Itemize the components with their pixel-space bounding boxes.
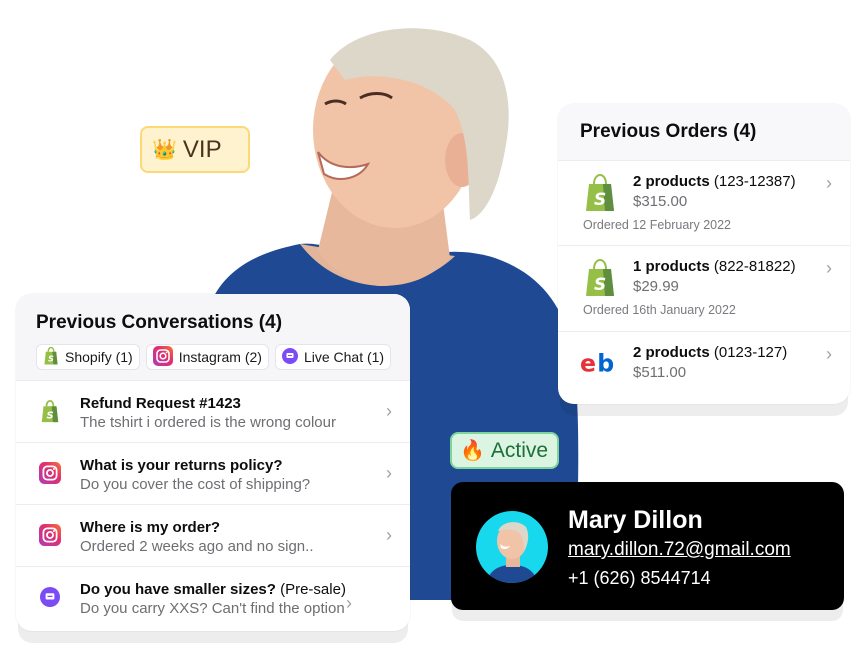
svg-text:S: S <box>594 190 606 210</box>
chevron-right-icon[interactable]: › <box>826 173 832 194</box>
order-row[interactable]: S 1 products (822-81822) $29.99 Ordered … <box>558 246 850 332</box>
instagram-icon <box>38 523 62 547</box>
customer-contact-card: Mary Dillon mary.dillon.72@gmail.com +1 … <box>451 482 844 610</box>
order-products: 1 products (822-81822) <box>633 258 796 275</box>
chip-label: Instagram (2) <box>178 349 262 365</box>
svg-text:S: S <box>594 275 606 295</box>
conversation-preview: The tshirt i ordered is the wrong colour <box>80 414 336 431</box>
active-badge: 🔥 Active <box>450 432 559 469</box>
ebay-icon: eb <box>580 344 620 384</box>
filter-chip-shopify[interactable]: S Shopify (1) <box>36 344 140 370</box>
instagram-icon <box>152 345 173 369</box>
crown-icon: 👑 <box>152 139 177 161</box>
customer-email-link[interactable]: mary.dillon.72@gmail.com <box>568 539 791 561</box>
customer-name: Mary Dillon <box>568 506 703 534</box>
chevron-right-icon[interactable]: › <box>386 525 392 546</box>
chevron-right-icon[interactable]: › <box>386 401 392 422</box>
conversation-row[interactable]: Where is my order? Ordered 2 weeks ago a… <box>16 505 410 567</box>
conversation-preview: Do you carry XXS? Can't find the option <box>80 600 345 617</box>
shopify-icon: S <box>580 173 620 213</box>
customer-phone: +1 (626) 8544714 <box>568 568 711 588</box>
fire-icon: 🔥 <box>460 440 485 462</box>
filter-chip-instagram[interactable]: Instagram (2) <box>145 344 269 370</box>
svg-text:b: b <box>597 350 614 377</box>
chevron-right-icon[interactable]: › <box>346 593 352 614</box>
order-products: 2 products (123-12387) <box>633 173 796 190</box>
conversation-title: What is your returns policy? <box>80 457 283 474</box>
chevron-right-icon[interactable]: › <box>826 258 832 279</box>
order-row[interactable]: eb 2 products (0123-127) $511.00 › <box>558 332 850 402</box>
order-date: Ordered 12 February 2022 <box>583 218 732 232</box>
shopify-icon: S <box>580 258 620 298</box>
previous-orders-card: Previous Orders (4) S 2 products (123-12… <box>558 104 850 404</box>
conversations-header: Previous Conversations (4) S Shopify (1)… <box>16 294 410 381</box>
instagram-icon <box>38 461 62 485</box>
order-products: 2 products (0123-127) <box>633 344 788 361</box>
shopify-icon: S <box>43 346 59 368</box>
previous-conversations-card: Previous Conversations (4) S Shopify (1)… <box>16 294 410 631</box>
chevron-right-icon[interactable]: › <box>386 463 392 484</box>
live-chat-icon <box>38 585 62 609</box>
orders-header: Previous Orders (4) <box>558 104 850 161</box>
svg-text:S: S <box>48 354 54 363</box>
order-date: Ordered 16th January 2022 <box>583 303 736 317</box>
orders-title: Previous Orders (4) <box>580 121 757 142</box>
svg-text:S: S <box>46 410 53 421</box>
conversation-row[interactable]: What is your returns policy? Do you cove… <box>16 443 410 505</box>
order-price: $29.99 <box>633 278 679 295</box>
conversation-title: Where is my order? <box>80 519 221 536</box>
vip-badge: 👑 VIP <box>140 126 250 173</box>
conversation-title: Refund Request #1423 <box>80 395 241 412</box>
svg-text:e: e <box>580 350 595 377</box>
conversation-preview: Ordered 2 weeks ago and no sign.. <box>80 538 314 555</box>
avatar <box>476 511 548 583</box>
vip-label: VIP <box>182 135 222 163</box>
channel-filters: S Shopify (1) Instagram (2) Live Chat (1… <box>36 344 392 370</box>
chevron-right-icon[interactable]: › <box>826 344 832 365</box>
chip-label: Shopify (1) <box>65 349 133 365</box>
conversation-row[interactable]: S Refund Request #1423 The tshirt i orde… <box>16 381 410 443</box>
conversations-title: Previous Conversations (4) <box>36 312 283 333</box>
conversation-row[interactable]: Do you have smaller sizes? (Pre-sale) Do… <box>16 567 410 629</box>
shopify-icon: S <box>38 399 62 423</box>
conversation-title: Do you have smaller sizes? (Pre-sale) <box>80 581 346 598</box>
filter-chip-live-chat[interactable]: Live Chat (1) <box>274 344 392 370</box>
order-price: $315.00 <box>633 193 688 210</box>
active-label: Active <box>490 438 549 462</box>
conversation-preview: Do you cover the cost of shipping? <box>80 476 311 493</box>
order-row[interactable]: S 2 products (123-12387) $315.00 Ordered… <box>558 161 850 246</box>
live-chat-icon <box>281 347 298 367</box>
chip-label: Live Chat (1) <box>303 349 385 365</box>
order-price: $511.00 <box>633 364 687 381</box>
